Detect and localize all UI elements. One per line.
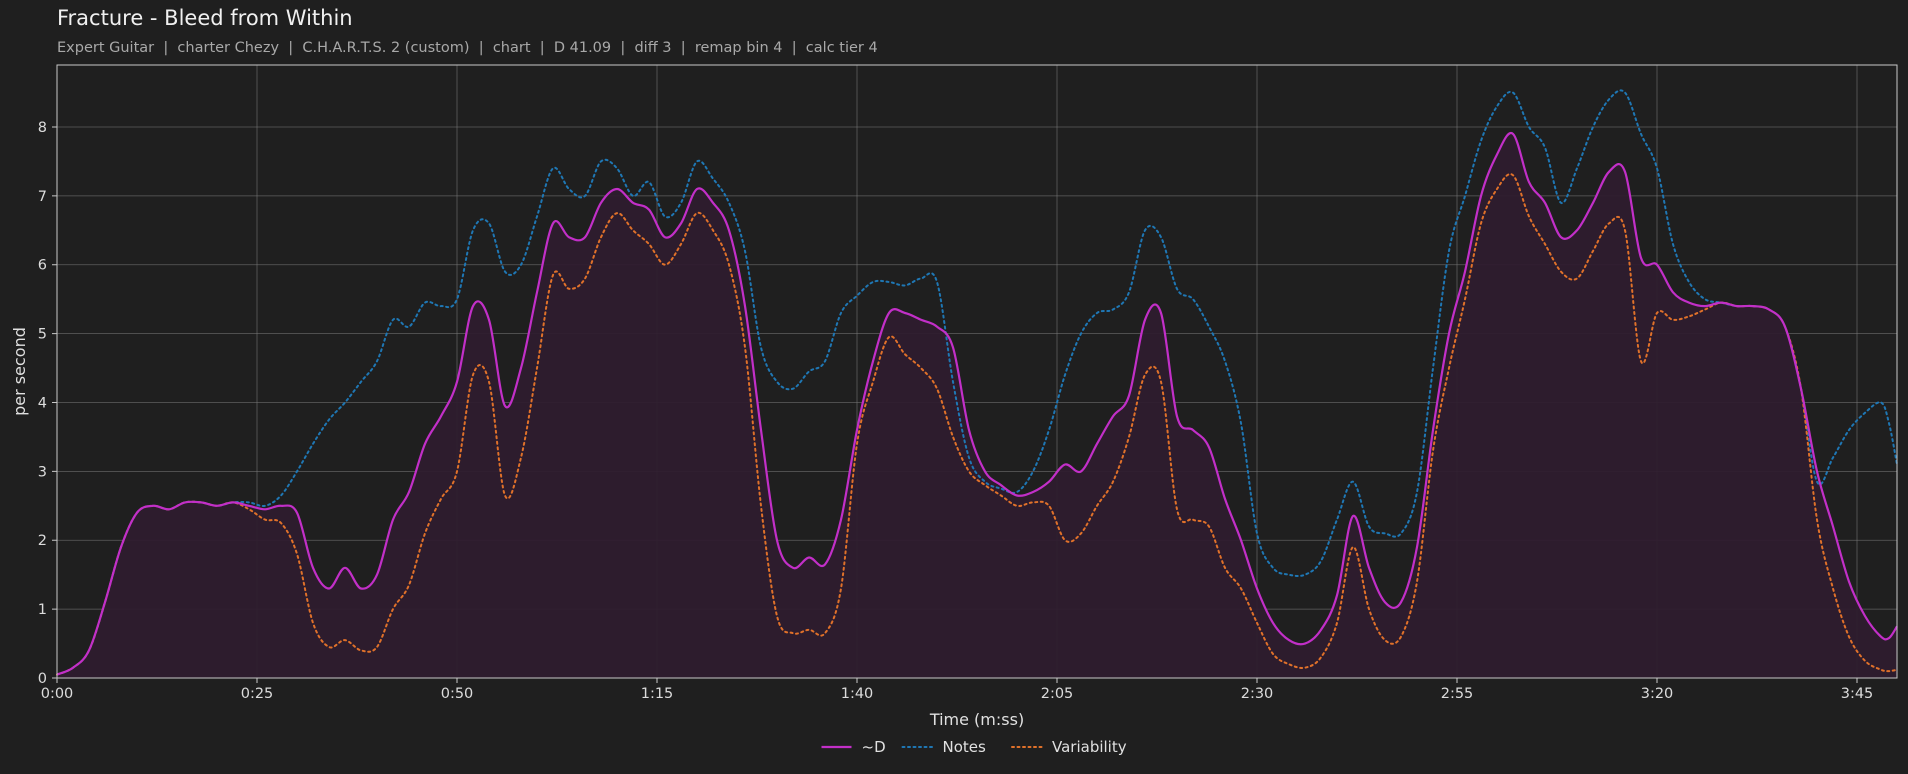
- y-axis-label: per second: [10, 327, 29, 416]
- y-tick-label: 5: [38, 327, 47, 343]
- x-tick-label: 0:25: [241, 686, 274, 702]
- series-d-area: [57, 133, 1897, 679]
- fill-layer: [57, 133, 1897, 679]
- y-tick-label: 0: [38, 671, 47, 687]
- x-tick-label: 3:20: [1641, 686, 1674, 702]
- x-tick-label: 1:40: [841, 686, 874, 702]
- legend-label-variability: Variability: [1052, 738, 1127, 756]
- legend-label-d: ~D: [862, 738, 886, 756]
- y-tick-label: 2: [38, 533, 47, 549]
- x-tick-label: 0:50: [441, 686, 474, 702]
- chart: 0:00 0:25 0:50 1:15 1:40 2:05 2:30 2:55 3:20 3:45…: [10, 64, 1898, 756]
- x-tick-label: 2:30: [1241, 686, 1274, 702]
- legend: ~D Notes Variability: [821, 738, 1127, 756]
- y-tick-label: 7: [38, 189, 47, 205]
- y-tick-label: 4: [38, 395, 47, 411]
- x-tick-label: 2:55: [1441, 686, 1474, 702]
- y-tick-label: 1: [38, 602, 47, 618]
- x-tick-label: 0:00: [41, 686, 74, 702]
- x-tick-label: 2:05: [1041, 686, 1074, 702]
- x-axis-label: Time (m:ss): [929, 710, 1024, 729]
- y-tick-label: 3: [38, 464, 47, 480]
- x-tick-label: 1:15: [641, 686, 674, 702]
- y-tick-label: 8: [38, 120, 47, 136]
- legend-label-notes: Notes: [943, 738, 987, 756]
- x-tick-label: 3:45: [1841, 686, 1874, 702]
- y-tick-label: 6: [38, 258, 47, 274]
